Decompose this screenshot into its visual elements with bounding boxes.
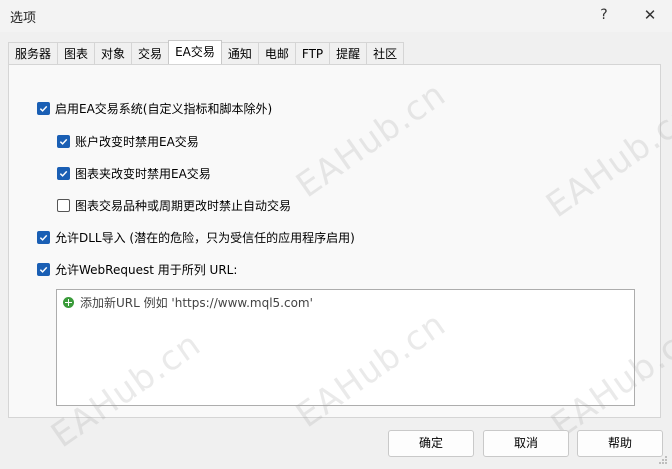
tab-community[interactable]: 社区: [366, 42, 405, 64]
allow-webrequest-label: 允许WebRequest 用于所列 URL:: [55, 262, 238, 277]
add-url-item[interactable]: 添加新URL 例如 'https://www.mql5.com': [63, 294, 313, 311]
tab-email[interactable]: 电邮: [257, 42, 296, 64]
check-icon: [39, 105, 48, 112]
disable-on-profile-change-checkbox[interactable]: [57, 166, 70, 180]
help-button[interactable]: 帮助: [577, 430, 663, 457]
option-enable-ea[interactable]: 启用EA交易系统(自定义指标和脚本除外): [37, 99, 272, 117]
tab-charts[interactable]: 图表: [57, 42, 96, 64]
resize-grip-icon[interactable]: [658, 455, 668, 465]
disable-on-profile-change-label: 图表夹改变时禁用EA交易: [75, 166, 211, 181]
tab-objects[interactable]: 对象: [94, 42, 133, 64]
close-icon[interactable]: ✕: [638, 4, 662, 26]
check-icon: [39, 234, 48, 241]
allow-webrequest-checkbox[interactable]: [37, 262, 50, 276]
option-disable-on-profile-change[interactable]: 图表夹改变时禁用EA交易: [57, 164, 211, 182]
ea-options-panel: 启用EA交易系统(自定义指标和脚本除外) 账户改变时禁用EA交易 图表夹改变时禁…: [8, 64, 661, 418]
enable-ea-label: 启用EA交易系统(自定义指标和脚本除外): [55, 101, 273, 116]
tab-notifications[interactable]: 通知: [220, 42, 259, 64]
check-icon: [59, 170, 68, 177]
disable-on-account-change-label: 账户改变时禁用EA交易: [75, 134, 199, 149]
title-bar: 选项 ? ✕: [0, 0, 672, 32]
tab-strip: 服务器 图表 对象 交易 EA交易 通知 电邮 FTP 提醒 社区: [8, 40, 405, 65]
help-icon[interactable]: ?: [594, 4, 614, 26]
option-allow-dll[interactable]: 允许DLL导入 (潜在的危险，只为受信任的应用程序启用): [37, 228, 355, 246]
tab-trade[interactable]: 交易: [131, 42, 170, 64]
allow-dll-label: 允许DLL导入 (潜在的危险，只为受信任的应用程序启用): [55, 230, 355, 245]
tab-ftp[interactable]: FTP: [294, 42, 331, 64]
tab-expert-advisors[interactable]: EA交易: [168, 40, 222, 64]
allow-dll-checkbox[interactable]: [37, 230, 50, 244]
option-allow-webrequest[interactable]: 允许WebRequest 用于所列 URL:: [37, 260, 237, 278]
disable-on-symbol-change-checkbox[interactable]: [57, 198, 70, 212]
add-icon: [63, 297, 74, 308]
cancel-button[interactable]: 取消: [483, 430, 569, 457]
tab-server[interactable]: 服务器: [8, 42, 59, 64]
tab-alerts[interactable]: 提醒: [329, 42, 368, 64]
window-title: 选项: [10, 11, 37, 26]
option-disable-on-account-change[interactable]: 账户改变时禁用EA交易: [57, 132, 199, 150]
disable-on-account-change-checkbox[interactable]: [57, 134, 70, 148]
enable-ea-checkbox[interactable]: [37, 101, 50, 115]
url-list[interactable]: 添加新URL 例如 'https://www.mql5.com': [56, 289, 635, 406]
ok-button[interactable]: 确定: [388, 430, 474, 457]
disable-on-symbol-change-label: 图表交易品种或周期更改时禁止自动交易: [75, 198, 292, 213]
check-icon: [39, 266, 48, 273]
check-icon: [59, 138, 68, 145]
add-url-label: 添加新URL 例如 'https://www.mql5.com': [80, 296, 313, 310]
option-disable-on-symbol-change[interactable]: 图表交易品种或周期更改时禁止自动交易: [57, 196, 291, 214]
